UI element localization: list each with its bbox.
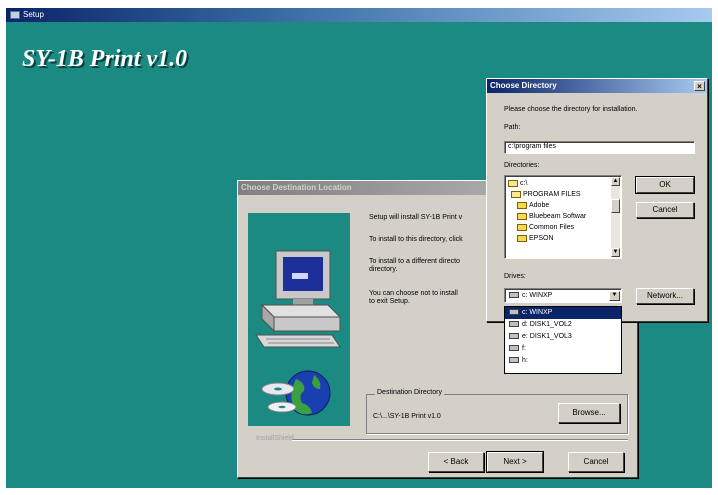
directory-item-bluebeam[interactable]: Bluebeam Softwar: [517, 211, 586, 222]
destination-directory-label: Destination Directory: [375, 389, 444, 396]
next-button[interactable]: Next >: [486, 451, 544, 473]
path-value: c:\program files: [508, 143, 556, 150]
scrollbar-thumb[interactable]: [611, 199, 620, 213]
directory-item-epson[interactable]: EPSON: [517, 233, 554, 244]
path-input[interactable]: c:\program files: [504, 141, 695, 154]
dest-text-line-2: To install to this directory, click: [369, 236, 463, 243]
drives-select[interactable]: c: WINXP ▼: [504, 288, 622, 303]
directory-item-adobe[interactable]: Adobe: [517, 200, 549, 211]
app-title: SY-1B Print v1.0: [22, 46, 188, 72]
destination-path: C:\...\SY-1B Print v1.0: [373, 413, 441, 420]
drive-option-d[interactable]: d: DISK1_VOL2: [505, 319, 621, 331]
installshield-divider: [292, 439, 628, 441]
folder-icon: [517, 212, 527, 220]
drive-option-e[interactable]: e: DISK1_VOL3: [505, 331, 621, 343]
choose-instruction: Please choose the directory for installa…: [504, 106, 638, 113]
drive-option-c[interactable]: c: WINXP: [505, 307, 621, 319]
setup-titlebar: Setup: [6, 8, 712, 22]
dest-text-line-3: To install to a different directo: [369, 258, 460, 265]
path-label: Path:: [504, 124, 521, 131]
directories-scrollbar[interactable]: ▲ ▼: [611, 177, 620, 257]
computer-globe-icon: [255, 250, 342, 416]
back-button[interactable]: < Back: [428, 452, 484, 472]
close-icon[interactable]: ×: [694, 81, 705, 91]
drive-option-f[interactable]: f:: [505, 343, 621, 355]
drives-select-value: c: WINXP: [509, 292, 552, 299]
open-folder-icon: [508, 179, 518, 187]
dropdown-arrow-icon[interactable]: ▼: [609, 291, 620, 301]
drive-icon: [509, 345, 519, 352]
setup-app-icon: [10, 11, 20, 19]
drives-dropdown-list[interactable]: c: WINXP d: DISK1_VOL2 e: DISK1_VOL3 f: …: [504, 306, 622, 374]
drive-icon: [509, 309, 519, 316]
drive-icon: [509, 321, 519, 328]
choose-cancel-button[interactable]: Cancel: [636, 202, 694, 218]
directories-list[interactable]: c:\ PROGRAM FILES Adobe Bluebeam Softwar…: [504, 175, 622, 259]
choose-directory-titlebar: Choose Directory ×: [487, 79, 707, 93]
drive-icon: [509, 333, 519, 340]
folder-icon: [517, 223, 527, 231]
drive-icon: [509, 357, 519, 364]
dest-text-line-4: directory.: [369, 266, 398, 273]
folder-icon: [517, 201, 527, 209]
directory-item-root[interactable]: c:\: [508, 178, 527, 189]
directories-label: Directories:: [504, 162, 540, 169]
folder-icon: [517, 234, 527, 242]
setup-illustration: [248, 213, 350, 426]
dest-text-line-5: You can choose not to install: [369, 290, 458, 297]
installshield-label: InstallShield: [256, 435, 294, 442]
scroll-down-icon[interactable]: ▼: [611, 248, 620, 257]
dest-text-line-1: Setup will install SY-1B Print v: [369, 214, 463, 221]
drive-icon: [509, 292, 519, 299]
directory-item-program-files[interactable]: PROGRAM FILES: [511, 189, 581, 200]
setup-window-title: Setup: [23, 10, 44, 19]
ok-button[interactable]: OK: [635, 176, 695, 194]
drive-option-h[interactable]: h:: [505, 355, 621, 367]
choose-directory-title: Choose Directory: [490, 81, 557, 90]
dest-text-line-6: to exit Setup.: [369, 298, 410, 305]
open-folder-icon: [511, 190, 521, 198]
directory-item-common-files[interactable]: Common Files: [517, 222, 574, 233]
choose-directory-dialog: Choose Directory × Please choose the dir…: [486, 78, 708, 322]
destination-cancel-button[interactable]: Cancel: [568, 452, 624, 472]
scroll-up-icon[interactable]: ▲: [611, 177, 620, 186]
network-button[interactable]: Network...: [636, 288, 694, 304]
browse-button[interactable]: Browse...: [558, 403, 620, 423]
drives-label: Drives:: [504, 273, 526, 280]
